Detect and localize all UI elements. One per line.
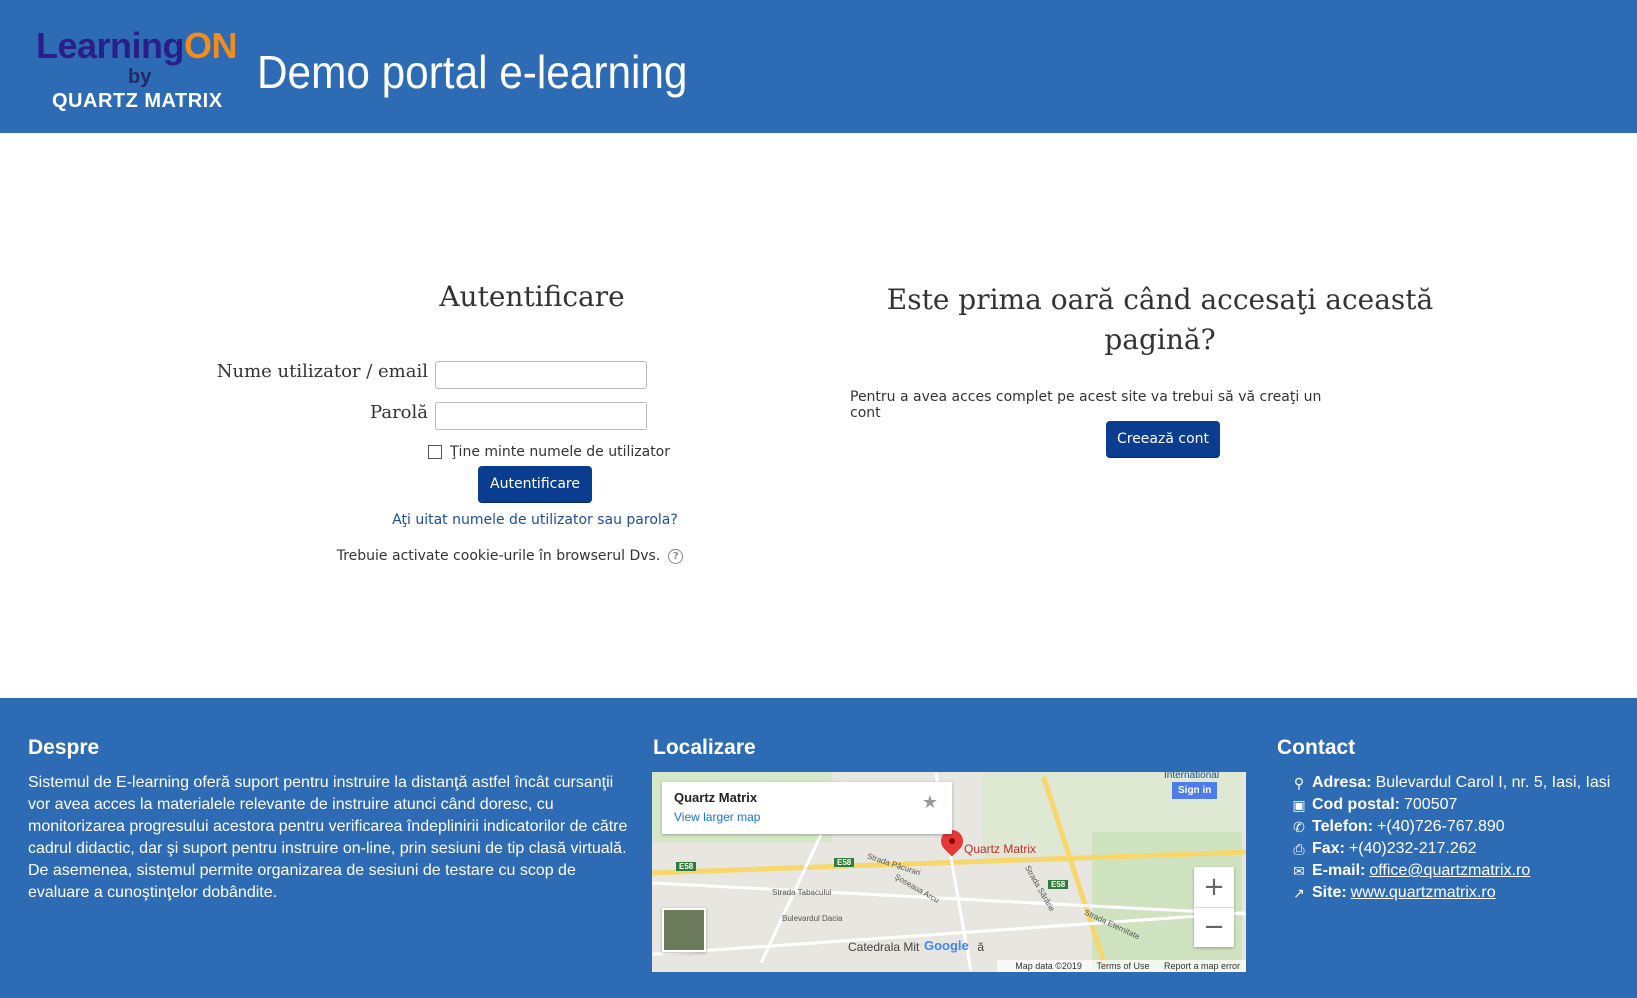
terms-link[interactable]: Terms of Use (1096, 961, 1149, 971)
contact-value: +(40)726-767.890 (1377, 818, 1505, 835)
contact-list: ⚲ Adresa: Bulevardul Carol I, nr. 5, Ias… (1290, 772, 1630, 904)
login-title: Autentificare (439, 280, 625, 313)
remember-label[interactable]: Ţine minte numele de utilizator (450, 444, 670, 460)
contact-value: +(40)232-217.262 (1348, 840, 1477, 857)
logo-by: by (128, 66, 152, 88)
map-attribution: Map data ©2019 Terms of Use Report a map… (997, 960, 1246, 972)
map-place-name: Quartz Matrix (674, 790, 758, 805)
map-pin-label: Quartz Matrix (964, 842, 1037, 856)
site-title[interactable]: Demo portal e-learning (257, 44, 687, 100)
map-infobox: Quartz Matrix View larger map ★ (662, 782, 952, 834)
google-logo: Google (924, 938, 969, 953)
logo[interactable]: LearningON by QUARTZ MATRIX (32, 22, 247, 117)
map-street-label: Bulevardul Dacia (782, 914, 843, 923)
map-data-text: Map data ©2019 (1015, 961, 1082, 971)
question-circle-icon[interactable]: ? (668, 548, 684, 564)
forgot-password-link[interactable]: Aţi uitat numele de utilizator sau parol… (340, 512, 730, 528)
first-time-text: Pentru a avea acces complet pe acest sit… (850, 389, 1322, 421)
zoom-in-button[interactable]: + (1194, 867, 1234, 907)
remember-checkbox[interactable] (428, 445, 442, 459)
map-road-shield: E58 (676, 862, 697, 871)
location-heading: Localizare (653, 736, 756, 759)
map-embed[interactable]: Strada Păcurari Şoseaua Arcu Strada Taba… (652, 772, 1246, 972)
create-account-button[interactable]: Creează cont (1106, 421, 1220, 457)
cookies-text: Trebuie activate cookie-urile în browser… (336, 548, 661, 564)
contact-row-fax: ⎙ Fax: +(40)232-217.262 (1290, 838, 1630, 860)
logo-learningon: LearningON (36, 25, 238, 66)
star-icon[interactable]: ★ (922, 792, 938, 813)
map-pin-dot (949, 838, 955, 844)
map-road-shield: E58 (834, 858, 855, 867)
about-text: Sistemul de E-learning oferă suport pent… (28, 774, 628, 901)
contact-label: E-mail: (1312, 862, 1366, 879)
external-link-icon: ↗ (1293, 885, 1305, 901)
contact-row-address: ⚲ Adresa: Bulevardul Carol I, nr. 5, Ias… (1290, 772, 1630, 794)
contact-row-postal: ▣ Cod postal: 700507 (1290, 794, 1630, 816)
about-heading: Despre (28, 736, 100, 759)
footer: Despre Sistemul de E-learning oferă supo… (0, 698, 1637, 998)
first-time-title: Este prima oară când accesaţi această pa… (886, 283, 1434, 356)
logo-company: QUARTZ MATRIX (52, 90, 223, 112)
remember-row: Ţine minte numele de utilizator (428, 444, 670, 460)
contact-value: 700507 (1404, 796, 1458, 813)
envelope-icon: ✉ (1293, 863, 1305, 879)
password-input[interactable] (435, 402, 647, 430)
contact-label: Telefon: (1312, 818, 1374, 835)
contact-row-email: ✉ E-mail: office@quartzmatrix.ro (1290, 860, 1630, 882)
contact-row-phone: ✆ Telefon: +(40)726-767.890 (1290, 816, 1630, 838)
map-street-label: Strada Tabacului (772, 888, 832, 897)
contact-label: Cod postal: (1312, 796, 1400, 813)
zoom-out-button[interactable]: − (1194, 907, 1234, 948)
contact-row-site: ↗ Site: www.quartzmatrix.ro (1290, 882, 1630, 904)
fax-icon: ⎙ (1293, 841, 1305, 857)
username-label: Nume utilizator / email (216, 361, 428, 382)
satellite-toggle[interactable] (662, 908, 706, 952)
email-link[interactable]: office@quartzmatrix.ro (1369, 860, 1530, 882)
cookies-notice: Trebuie activate cookie-urile în browser… (300, 548, 720, 564)
login-button[interactable]: Autentificare (478, 466, 592, 502)
report-error-link[interactable]: Report a map error (1164, 961, 1240, 971)
contact-label: Adresa: (1312, 774, 1372, 791)
username-input[interactable] (435, 361, 647, 389)
map-sign-in-button[interactable]: Sign in (1172, 782, 1218, 799)
password-label: Parolă (370, 402, 428, 423)
site-link[interactable]: www.quartzmatrix.ro (1351, 882, 1496, 904)
contact-label: Fax: (1312, 840, 1345, 857)
contact-heading: Contact (1277, 736, 1356, 759)
header: LearningON by QUARTZ MATRIX Demo portal … (0, 0, 1637, 133)
contact-label: Site: (1312, 884, 1347, 901)
map-international-label: International (1164, 772, 1220, 781)
phone-icon: ✆ (1293, 819, 1305, 835)
map-marker-icon: ⚲ (1293, 775, 1305, 791)
view-larger-map-link[interactable]: View larger map (674, 810, 760, 824)
address-card-icon: ▣ (1292, 797, 1306, 813)
contact-value: Bulevardul Carol I, nr. 5, Iasi, Iasi (1375, 774, 1611, 791)
map-zoom-control: + − (1194, 867, 1234, 947)
map-road-shield: E58 (1048, 880, 1069, 889)
